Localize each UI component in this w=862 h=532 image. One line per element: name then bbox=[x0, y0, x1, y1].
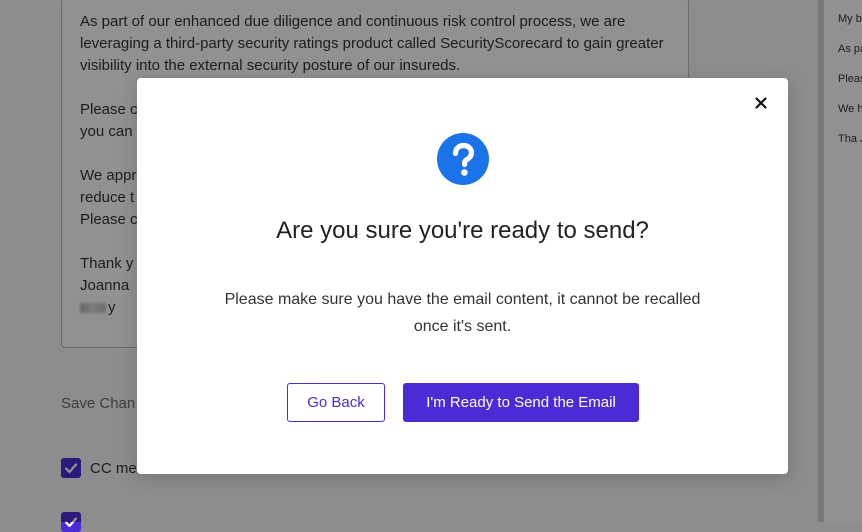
confirm-send-dialog: Are you sure you're ready to send? Pleas… bbox=[137, 78, 788, 474]
close-icon bbox=[755, 97, 767, 109]
dialog-title: Are you sure you're ready to send? bbox=[276, 217, 649, 244]
close-button[interactable] bbox=[752, 94, 770, 112]
question-circle-icon bbox=[437, 133, 489, 185]
dialog-message: Please make sure you have the email cont… bbox=[224, 291, 701, 335]
send-email-button[interactable]: I'm Ready to Send the Email bbox=[403, 383, 639, 422]
go-back-button[interactable]: Go Back bbox=[287, 383, 385, 422]
